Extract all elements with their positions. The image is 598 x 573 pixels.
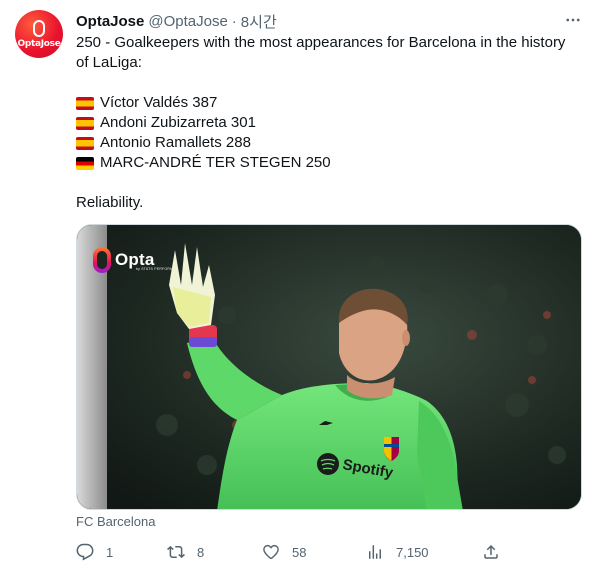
tweet-header: OptaJose @OptaJose · 8시간 [76,11,277,31]
like-count: 58 [292,544,307,560]
share-icon [484,544,498,559]
spain-flag-icon [76,136,94,150]
retweet-icon [167,545,185,559]
spain-flag-icon [76,96,94,110]
list-item-text: Víctor Valdés 387 [100,94,218,111]
views-chart-icon [369,545,381,559]
separator-dot: · [231,12,237,30]
reply-button[interactable]: 1 [76,541,113,563]
author-name[interactable]: OptaJose [76,13,144,30]
reply-count: 1 [106,544,114,560]
list-item: Víctor Valdés 387 [76,93,566,113]
list-item: MARC-ANDRÉ TER STEGEN 250 [76,153,566,173]
more-options-button[interactable] [563,11,583,29]
media-image[interactable]: Spotify Opta by STATS PERFORM [76,224,582,510]
avatar-text: OptaJose [17,39,61,49]
avatar[interactable]: OptaJose [15,10,63,58]
reply-icon [76,543,94,561]
opta-o-icon [93,247,111,273]
share-button[interactable] [482,541,500,563]
like-button[interactable]: 58 [262,541,306,563]
more-horizontal-icon [566,18,580,22]
tweet: OptaJose OptaJose @OptaJose · 8시간 250 - … [0,0,598,573]
list-item-text: MARC-ANDRÉ TER STEGEN 250 [100,154,331,171]
retweet-button[interactable]: 8 [167,541,204,563]
timestamp[interactable]: 8시간 [241,11,277,32]
list-item: Andoni Zubizarreta 301 [76,113,566,133]
list-item: Antonio Ramallets 288 [76,133,566,153]
opta-logo: Opta by STATS PERFORM [93,247,173,273]
list-item-text: Antonio Ramallets 288 [100,134,251,151]
retweet-count: 8 [197,544,205,560]
tweet-intro: 250 - Goalkeepers with the most appearan… [76,34,566,71]
germany-flag-icon [76,156,94,170]
list-item-text: Andoni Zubizarreta 301 [100,114,256,131]
spain-flag-icon [76,116,94,130]
tweet-text: 250 - Goalkeepers with the most appearan… [76,33,566,213]
author-handle[interactable]: @OptaJose [148,13,227,30]
views-count: 7,150 [396,544,429,560]
media-source-label[interactable]: FC Barcelona [76,514,155,529]
opta-logo-subtext: by STATS PERFORM [136,267,174,271]
heart-icon [263,544,279,560]
tweet-actions: 1 8 58 7,150 [76,541,506,563]
opta-o-logo-icon [33,20,45,37]
tweet-closing: Reliability. [76,194,144,211]
views-button[interactable]: 7,150 [366,541,429,563]
